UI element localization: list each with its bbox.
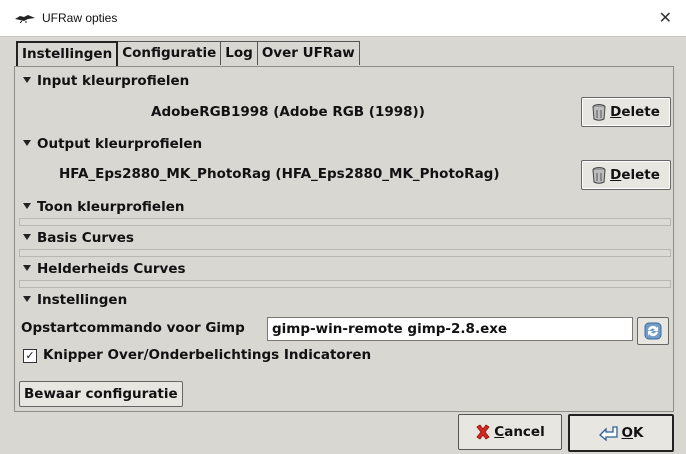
cancel-x-icon [476,424,490,440]
base-curves-header: Basis Curves [37,230,134,246]
input-profiles-expander[interactable]: Input kleurprofielen [21,71,189,91]
tab-instellingen[interactable]: Instellingen [16,41,119,67]
save-configuration-button[interactable]: Bewaar configuratie [19,381,183,407]
output-profiles-header: Output kleurprofielen [37,136,203,152]
close-icon[interactable]: ✕ [659,8,672,27]
tone-profiles-header: Toon kleurprofielen [37,199,185,215]
cancel-button[interactable]: Cancel [458,414,562,450]
tab-configuratie[interactable]: Configuratie [118,41,222,65]
output-profile-name: HFA_Eps2880_MK_PhotoRag (HFA_Eps2880_MK_… [59,166,500,182]
expander-triangle-icon [23,234,31,240]
tab-log[interactable]: Log [221,41,258,65]
delete-mnemonic: D [610,104,622,120]
app-bird-icon [15,15,35,23]
settings-header: Instellingen [37,292,128,308]
expander-triangle-icon [23,77,31,83]
expander-triangle-icon [23,296,31,302]
cancel-mnemonic: C [494,424,505,440]
tab-bar: Instellingen Configuratie Log Over UFRaw [16,41,360,67]
expander-triangle-icon [23,203,31,209]
delete-input-profile-button[interactable]: Delete [581,97,671,127]
delete-label: elete [621,104,660,120]
input-profiles-header: Input kleurprofielen [37,73,190,89]
base-curves-expander[interactable]: Basis Curves [21,228,134,248]
ok-label: K [633,425,644,441]
trash-icon [592,104,606,121]
input-profile-name: AdobeRGB1998 (Adobe RGB (1998)) [151,104,425,120]
ok-button[interactable]: OK [568,414,674,452]
title-bar: UFRaw opties ✕ [0,0,686,37]
output-profiles-expander[interactable]: Output kleurprofielen [21,134,202,154]
settings-expander[interactable]: Instellingen [21,290,127,310]
startup-command-input[interactable]: gimp-win-remote gimp-2.8.exe [267,317,633,341]
expander-triangle-icon [23,265,31,271]
tone-profiles-collapsed-area [19,218,671,226]
luminosity-curves-expander[interactable]: Helderheids Curves [21,259,186,279]
delete-mnemonic: D [610,167,622,183]
cancel-label: ancel [504,424,545,440]
refresh-button[interactable] [637,317,669,345]
tab-over-ufraw[interactable]: Over UFRaw [257,41,360,65]
settings-panel: Input kleurprofielen AdobeRGB1998 (Adobe… [14,66,674,412]
delete-label: elete [621,167,660,183]
luminosity-curves-collapsed-area [19,280,671,288]
expander-triangle-icon [23,140,31,146]
base-curves-collapsed-area [19,249,671,257]
blink-indicators-checkbox[interactable]: ✓ [23,349,37,363]
ok-mnemonic: O [621,425,633,441]
refresh-icon [644,322,662,340]
ok-arrow-icon [598,426,618,441]
window-title: UFRaw opties [42,11,118,25]
delete-output-profile-button[interactable]: Delete [581,160,671,190]
startup-command-label: Opstartcommando voor Gimp [21,320,245,336]
blink-indicators-label: Knipper Over/Onderbelichtings Indicatore… [43,347,372,363]
luminosity-curves-header: Helderheids Curves [37,261,186,277]
tone-profiles-expander[interactable]: Toon kleurprofielen [21,197,184,217]
trash-icon [592,167,606,184]
